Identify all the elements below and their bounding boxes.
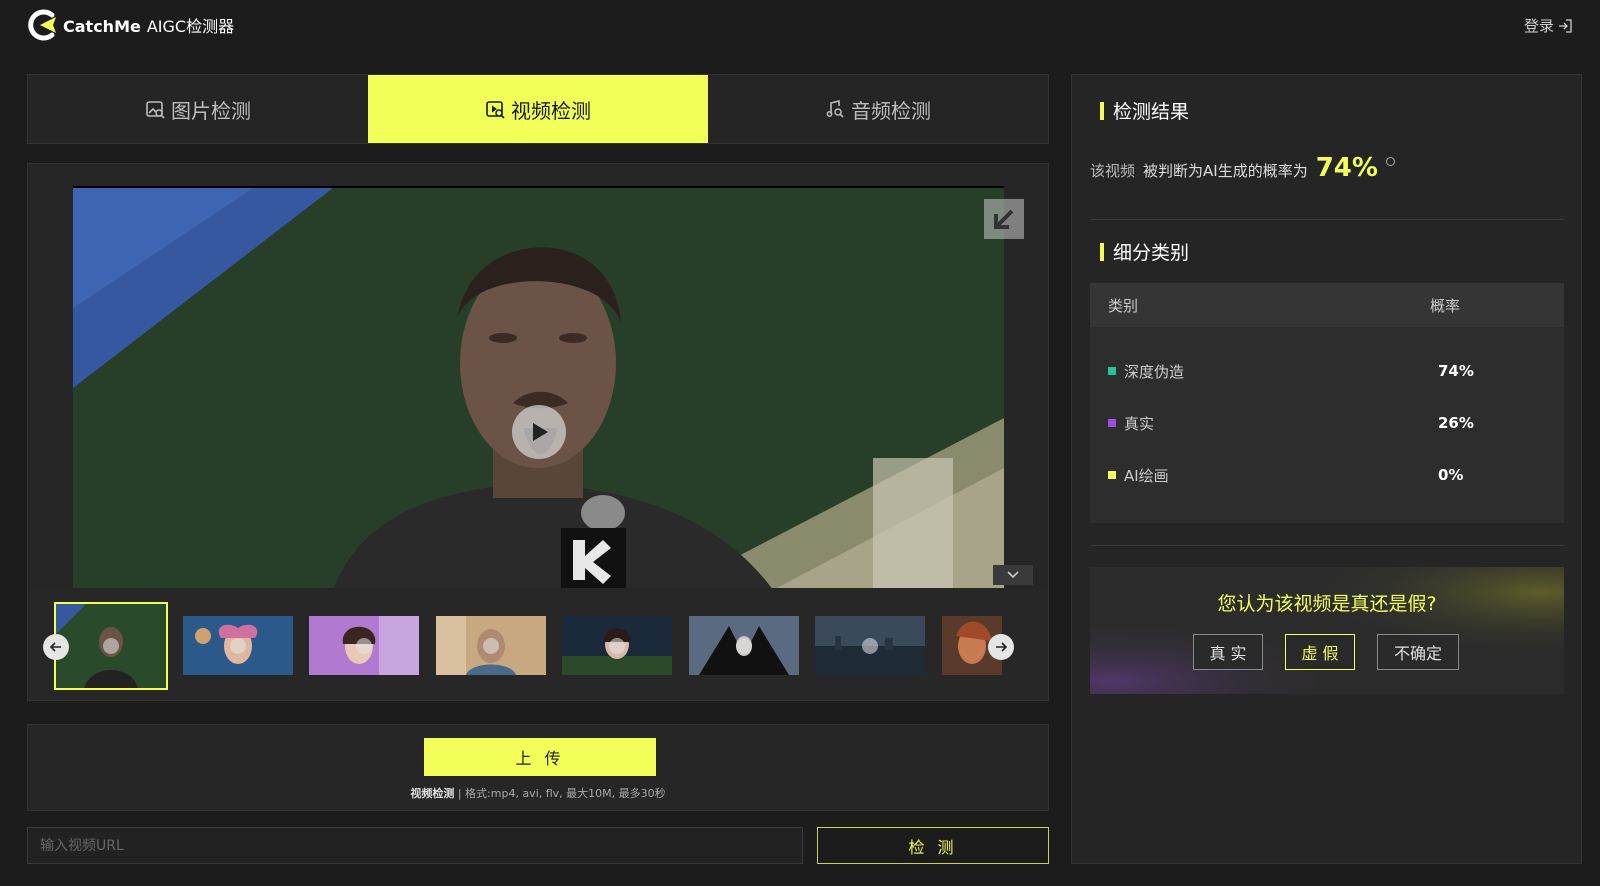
tab-video-label: 视频检测	[511, 98, 591, 123]
brand-logo[interactable]: CatchMe AIGC检测器	[26, 9, 234, 41]
category-name: 深度伪造	[1124, 362, 1185, 381]
video-frame-image	[73, 188, 1004, 588]
thumbnails-next-button[interactable]	[988, 634, 1014, 660]
thumbnail-play-icon	[609, 637, 625, 654]
tab-audio-label: 音频检测	[851, 98, 931, 123]
product-name: AIGC检测器	[146, 17, 235, 36]
video-player-panel	[27, 163, 1049, 701]
minimize-video-button[interactable]	[984, 199, 1024, 239]
verdict-prefix: 该视频	[1090, 162, 1136, 180]
login-label: 登录	[1523, 17, 1554, 35]
upload-panel: 上 传 视频检测 | 格式:mp4, avi, flv, 最大10M, 最多30…	[27, 724, 1049, 811]
thumbnail-5[interactable]	[562, 616, 672, 675]
divider	[1090, 545, 1564, 546]
upload-format-hint: 视频检测 | 格式:mp4, avi, flv, 最大10M, 最多30秒	[28, 785, 1048, 801]
category-value: 74%	[1438, 362, 1474, 380]
thumbnail-1[interactable]	[54, 602, 168, 690]
category-name: 真实	[1124, 414, 1155, 433]
thumbnail-play-icon	[103, 638, 119, 654]
detect-button[interactable]: 检 测	[817, 827, 1049, 864]
thumbnail-3[interactable]	[309, 616, 419, 675]
thumbnail-7[interactable]	[815, 616, 925, 675]
tab-video-detection[interactable]: 视频检测	[368, 75, 708, 143]
title-accent-bar	[1100, 101, 1104, 120]
category-row: AI绘画 0%	[1090, 463, 1564, 487]
tab-audio-detection[interactable]: 音频检测	[708, 75, 1048, 143]
title-accent-bar	[1100, 242, 1104, 261]
result-section-title: 检测结果	[1100, 97, 1189, 124]
upload-hint-text: | 格式:mp4, avi, flv, 最大10M, 最多30秒	[457, 787, 666, 800]
thumbnails-prev-button[interactable]	[43, 634, 69, 660]
login-icon	[1559, 18, 1572, 33]
thumbnail-play-icon	[736, 637, 752, 654]
category-table-header: 类别 概率	[1090, 283, 1564, 327]
probability-column-header: 概率	[1430, 296, 1461, 315]
breakdown-section-title: 细分类别	[1100, 238, 1189, 265]
thumbnail-play-icon	[356, 637, 372, 654]
thumbnail-2[interactable]	[183, 616, 293, 675]
result-title: 检测结果	[1113, 101, 1190, 123]
arrow-right-icon	[996, 642, 1008, 652]
divider	[1090, 219, 1564, 220]
vote-panel: 您认为该视频是真还是假? 真 实 虚 假 不确定	[1090, 567, 1564, 694]
play-button[interactable]	[512, 405, 566, 459]
thumbnail-6[interactable]	[689, 616, 799, 675]
upload-button[interactable]: 上 传	[424, 738, 656, 776]
info-icon[interactable]	[1385, 157, 1395, 166]
real-color-dot	[1108, 419, 1116, 427]
category-value: 0%	[1438, 466, 1464, 484]
tab-image-label: 图片检测	[171, 98, 251, 123]
category-value: 26%	[1438, 414, 1474, 432]
catchme-logo-icon	[26, 9, 60, 41]
video-url-input[interactable]	[27, 827, 803, 864]
category-table: 类别 概率 深度伪造 74% 真实 26% AI绘画 0%	[1090, 283, 1564, 523]
thumbnail-play-icon	[483, 637, 499, 654]
ai-painting-color-dot	[1108, 471, 1116, 479]
vote-unsure-button[interactable]: 不确定	[1377, 634, 1459, 670]
thumbnail-play-icon	[230, 637, 246, 654]
vote-background-glow	[1090, 567, 1564, 694]
category-column-header: 类别	[1108, 296, 1139, 315]
login-button[interactable]: 登录	[1524, 15, 1572, 36]
vote-real-button[interactable]: 真 实	[1193, 634, 1263, 670]
verdict-percentage: 74%	[1315, 153, 1378, 183]
arrow-down-left-icon	[994, 209, 1014, 229]
thumbnail-play-icon	[862, 637, 878, 654]
tab-image-detection[interactable]: 图片检测	[28, 75, 368, 143]
video-frame[interactable]	[73, 186, 1004, 588]
chevron-down-icon	[1007, 571, 1019, 579]
breakdown-title: 细分类别	[1113, 242, 1190, 264]
play-icon	[533, 423, 548, 441]
category-row: 深度伪造 74%	[1090, 359, 1564, 383]
vote-fake-button[interactable]: 虚 假	[1285, 634, 1355, 670]
arrow-left-icon	[49, 642, 61, 652]
detection-tabs: 图片检测 视频检测 音频检测	[27, 74, 1049, 144]
vote-question: 您认为该视频是真还是假?	[1217, 593, 1437, 615]
thumbnail-toggle-button[interactable]	[993, 565, 1033, 585]
category-row: 真实 26%	[1090, 411, 1564, 435]
verdict-line: 该视频 被判断为AI生成的概率为 74%	[1090, 153, 1395, 183]
verdict-text: 被判断为AI生成的概率为	[1143, 162, 1308, 180]
upload-hint-title: 视频检测	[410, 787, 455, 800]
image-search-icon	[146, 101, 165, 119]
thumbnail-strip	[28, 590, 1048, 700]
result-panel: 检测结果 该视频 被判断为AI生成的概率为 74% 细分类别 类别 概率 深度伪…	[1071, 74, 1582, 864]
video-search-icon	[486, 101, 505, 119]
brand-name: CatchMe	[63, 17, 141, 36]
music-search-icon	[826, 99, 844, 118]
deepfake-color-dot	[1108, 367, 1116, 375]
category-name: AI绘画	[1124, 466, 1169, 485]
thumbnail-4[interactable]	[436, 616, 546, 675]
